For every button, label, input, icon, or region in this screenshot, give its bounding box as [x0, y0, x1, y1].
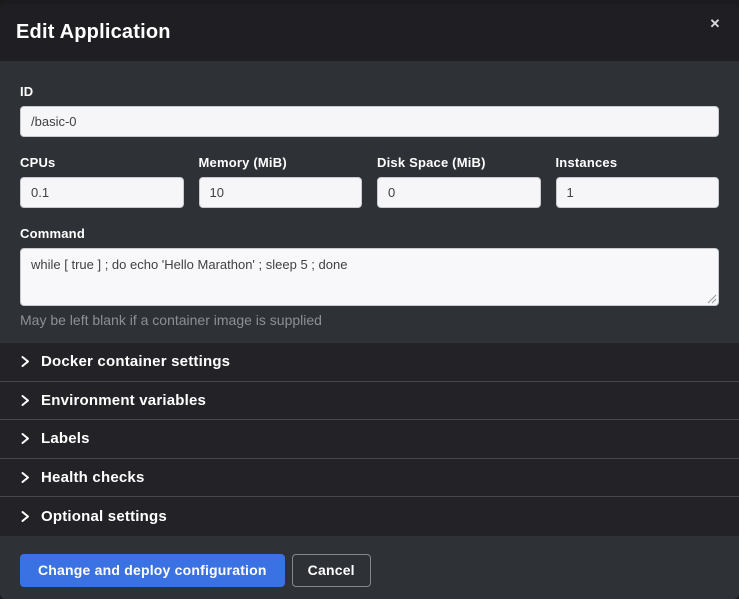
disk-space-label: Disk Space (MiB) — [377, 155, 541, 170]
instances-field-group: Instances — [556, 155, 720, 208]
command-textarea-wrap: while [ true ] ; do echo 'Hello Marathon… — [20, 248, 719, 306]
section-optional-settings[interactable]: Optional settings — [0, 497, 739, 536]
cpus-field-group: CPUs — [20, 155, 184, 208]
id-label: ID — [20, 84, 719, 99]
id-input[interactable] — [20, 106, 719, 137]
modal-footer: Change and deploy configuration Cancel — [0, 536, 739, 599]
resources-row: CPUs Memory (MiB) Disk Space (MiB) Insta… — [20, 155, 719, 208]
edit-application-modal: Edit Application ✕ ID CPUs Memory (MiB) … — [0, 4, 739, 599]
chevron-right-icon — [20, 355, 30, 368]
memory-field-group: Memory (MiB) — [199, 155, 363, 208]
application-form: ID CPUs Memory (MiB) Disk Space (MiB) In… — [0, 61, 739, 343]
chevron-right-icon — [20, 432, 30, 445]
section-label: Health checks — [41, 469, 144, 486]
chevron-right-icon — [20, 510, 30, 523]
command-field-group: Command while [ true ] ; do echo 'Hello … — [20, 226, 719, 328]
section-label: Labels — [41, 430, 90, 447]
command-label: Command — [20, 226, 719, 241]
change-and-deploy-button[interactable]: Change and deploy configuration — [20, 554, 285, 587]
section-label: Optional settings — [41, 508, 167, 525]
section-health-checks[interactable]: Health checks — [0, 459, 739, 498]
memory-input[interactable] — [199, 177, 363, 208]
command-help-text: May be left blank if a container image i… — [20, 312, 719, 328]
modal-title: Edit Application — [16, 21, 171, 44]
id-field-group: ID — [20, 84, 719, 137]
chevron-right-icon — [20, 394, 30, 407]
cpus-label: CPUs — [20, 155, 184, 170]
chevron-right-icon — [20, 471, 30, 484]
instances-label: Instances — [556, 155, 720, 170]
disk-space-field-group: Disk Space (MiB) — [377, 155, 541, 208]
command-textarea[interactable]: while [ true ] ; do echo 'Hello Marathon… — [20, 248, 719, 306]
disk-space-input[interactable] — [377, 177, 541, 208]
cpus-input[interactable] — [20, 177, 184, 208]
close-icon[interactable]: ✕ — [705, 14, 725, 34]
section-labels[interactable]: Labels — [0, 420, 739, 459]
memory-label: Memory (MiB) — [199, 155, 363, 170]
cancel-button[interactable]: Cancel — [292, 554, 371, 587]
modal-header: Edit Application ✕ — [0, 4, 739, 61]
collapsible-sections: Docker container settings Environment va… — [0, 343, 739, 536]
instances-input[interactable] — [556, 177, 720, 208]
section-label: Docker container settings — [41, 353, 230, 370]
section-docker-container-settings[interactable]: Docker container settings — [0, 343, 739, 382]
section-environment-variables[interactable]: Environment variables — [0, 382, 739, 421]
section-label: Environment variables — [41, 392, 206, 409]
